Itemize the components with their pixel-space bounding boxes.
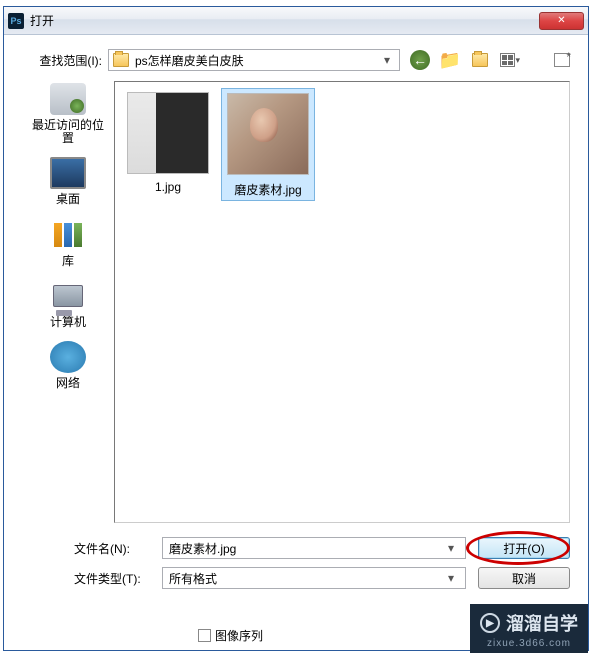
filetype-row: 文件类型(T): 所有格式 ▾ 取消 xyxy=(22,567,570,589)
filetype-select[interactable]: 所有格式 ▾ xyxy=(162,567,466,589)
nav-toolbar: ← 📁 ▾ xyxy=(410,50,520,70)
file-name: 磨皮素材.jpg xyxy=(224,181,312,198)
close-icon: ✕ xyxy=(557,15,565,26)
window-title: 打开 xyxy=(30,12,539,29)
filename-row: 文件名(N): 磨皮素材.jpg ▾ 打开(O) xyxy=(22,537,570,559)
desktop-icon xyxy=(50,157,86,189)
up-one-level-button[interactable]: 📁 xyxy=(440,50,460,70)
sidebar-item-desktop[interactable]: 桌面 xyxy=(28,157,108,206)
recent-places-icon xyxy=(50,83,86,115)
sidebar-item-network[interactable]: 网络 xyxy=(28,341,108,390)
back-button[interactable]: ← xyxy=(410,50,430,70)
chevron-down-icon[interactable]: ▾ xyxy=(443,541,459,555)
lookin-path: ps怎样磨皮美白皮肤 xyxy=(135,52,379,69)
computer-icon xyxy=(50,280,86,312)
file-list[interactable]: 1.jpg 磨皮素材.jpg xyxy=(114,81,570,523)
sidebar-item-label: 网络 xyxy=(56,377,80,390)
network-icon xyxy=(50,341,86,373)
favorites-button[interactable] xyxy=(554,53,570,67)
filetype-label: 文件类型(T): xyxy=(22,570,162,587)
play-icon: ▶ xyxy=(480,613,500,633)
libraries-icon xyxy=(50,219,86,251)
lookin-label: 查找范围(I): xyxy=(22,52,108,69)
file-thumbnail xyxy=(127,92,209,174)
sidebar-item-label: 最近访问的位置 xyxy=(28,119,108,145)
new-folder-button[interactable] xyxy=(470,50,490,70)
watermark: ▶ 溜溜自学 zixue.3d66.com xyxy=(470,604,588,653)
file-thumbnail xyxy=(227,93,309,175)
open-button[interactable]: 打开(O) xyxy=(478,537,570,559)
filename-input[interactable]: 磨皮素材.jpg ▾ xyxy=(162,537,466,559)
sidebar-item-label: 计算机 xyxy=(50,316,86,329)
image-sequence-checkbox[interactable] xyxy=(198,629,211,642)
file-name: 1.jpg xyxy=(123,180,213,194)
sidebar-item-computer[interactable]: 计算机 xyxy=(28,280,108,329)
view-menu-button[interactable]: ▾ xyxy=(500,50,520,70)
filename-label: 文件名(N): xyxy=(22,540,162,557)
sidebar-item-label: 库 xyxy=(62,255,74,268)
middle-area: 最近访问的位置 桌面 库 计算机 网络 xyxy=(22,81,570,523)
chevron-down-icon[interactable]: ▾ xyxy=(443,571,459,585)
sidebar-item-recent[interactable]: 最近访问的位置 xyxy=(28,83,108,145)
open-dialog: Ps 打开 ✕ 查找范围(I): ps怎样磨皮美白皮肤 ▾ ← 📁 ▾ xyxy=(3,6,589,651)
dialog-body: 查找范围(I): ps怎样磨皮美白皮肤 ▾ ← 📁 ▾ xyxy=(4,35,588,650)
sidebar-item-libraries[interactable]: 库 xyxy=(28,219,108,268)
titlebar[interactable]: Ps 打开 ✕ xyxy=(4,7,588,35)
close-button[interactable]: ✕ xyxy=(539,12,584,30)
file-item-selected[interactable]: 磨皮素材.jpg xyxy=(221,88,315,201)
lookin-row: 查找范围(I): ps怎样磨皮美白皮肤 ▾ ← 📁 ▾ xyxy=(22,47,570,73)
cancel-button[interactable]: 取消 xyxy=(478,567,570,589)
places-sidebar: 最近访问的位置 桌面 库 计算机 网络 xyxy=(22,81,114,523)
photoshop-icon: Ps xyxy=(8,13,24,29)
sidebar-item-label: 桌面 xyxy=(56,193,80,206)
file-item[interactable]: 1.jpg xyxy=(121,88,215,196)
image-sequence-label: 图像序列 xyxy=(215,627,263,644)
chevron-down-icon[interactable]: ▾ xyxy=(379,53,395,67)
folder-icon xyxy=(113,53,129,67)
lookin-combo[interactable]: ps怎样磨皮美白皮肤 ▾ xyxy=(108,49,400,71)
